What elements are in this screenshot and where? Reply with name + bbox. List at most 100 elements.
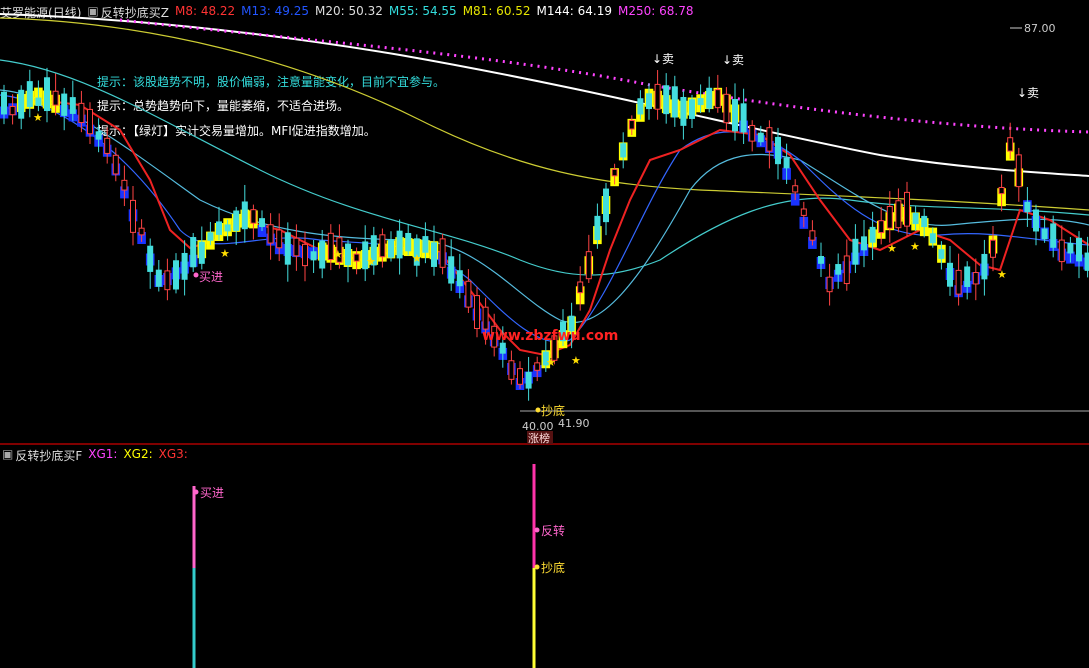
candle-body <box>241 201 248 230</box>
buy-signal-dot <box>193 489 199 495</box>
candle-body <box>594 215 601 241</box>
star-icon: ★ <box>546 356 556 369</box>
candle-body <box>637 98 644 115</box>
star-icon: ★ <box>333 248 343 261</box>
candle-body <box>130 199 136 233</box>
candle-body <box>517 368 523 385</box>
candle-body <box>843 255 850 285</box>
candle-body <box>216 221 222 235</box>
candle-body <box>1076 237 1082 262</box>
candle-body <box>972 272 979 285</box>
candle-body <box>611 168 618 177</box>
bottom-label: 抄底 <box>541 403 565 418</box>
candle-body <box>792 185 799 193</box>
candle-body <box>947 262 953 287</box>
candle-body <box>353 253 360 262</box>
candle-body <box>190 237 197 268</box>
candle-body <box>52 90 59 106</box>
candle-body <box>955 269 962 295</box>
bottom-signal-dot <box>534 564 540 570</box>
candle-body <box>259 218 265 228</box>
buy-label: 买进 <box>199 270 223 284</box>
candle-body <box>508 360 515 380</box>
bottom-marker-dot <box>535 407 541 413</box>
candle-body <box>964 266 971 287</box>
candle-body <box>112 154 119 175</box>
candle-body <box>714 89 721 109</box>
candle-body <box>852 238 859 265</box>
low-range-label: 41.90 <box>558 417 590 430</box>
high-price-label: 87.00 <box>1024 22 1056 35</box>
candle-body <box>121 179 128 191</box>
candle-body <box>207 232 214 241</box>
star-icon: ★ <box>571 354 581 367</box>
candle-body <box>680 97 687 126</box>
candle-body <box>422 236 429 253</box>
candle-body <box>912 212 919 225</box>
star-icon: ★ <box>997 268 1007 281</box>
candle-body <box>775 136 781 165</box>
star-icon: ★ <box>910 240 920 253</box>
candle-body <box>1041 228 1048 240</box>
candle-body <box>310 251 317 261</box>
candle-body <box>818 255 824 264</box>
candle-body <box>147 245 154 272</box>
candle-body <box>35 97 42 106</box>
candle-body <box>388 239 394 258</box>
candle-body <box>861 236 867 251</box>
candle-body <box>267 224 274 244</box>
candle-body <box>663 85 670 115</box>
candle-body <box>87 108 93 135</box>
candle-body <box>61 93 68 116</box>
candle-body <box>1058 239 1065 263</box>
sell-label: ↓卖 <box>1017 86 1039 100</box>
candle-body <box>233 210 240 231</box>
candle-body <box>1067 243 1074 254</box>
candle-body <box>379 234 386 258</box>
star-icon: ★ <box>412 252 422 265</box>
candle-body <box>603 188 609 223</box>
candle-body <box>78 102 85 124</box>
candle-body <box>525 371 532 389</box>
candle-body <box>104 137 111 154</box>
candle-body <box>577 281 584 294</box>
watermark: www.zbzfwu.com <box>482 328 618 344</box>
candle-body <box>534 362 541 371</box>
candle-body <box>869 226 876 243</box>
candle-body <box>293 237 300 257</box>
candle-body <box>1015 154 1022 188</box>
candle-body <box>155 269 162 287</box>
sell-label: ↓卖 <box>652 52 674 66</box>
candlestick-chart[interactable]: ★★ ★★ ★★ ★★ ★★ ↓卖 ↓卖 ↓卖 买进 87.00 抄底 40.00 41… <box>0 0 1089 446</box>
candle-body <box>482 306 489 330</box>
candle-body <box>1024 201 1031 213</box>
candle-body <box>757 132 764 143</box>
candle-body <box>783 157 790 169</box>
star-icon: ★ <box>366 255 376 268</box>
candle-body <box>173 260 179 290</box>
candle-body <box>1084 252 1089 271</box>
limit-up-label: 涨榜 <box>528 431 550 445</box>
candle-body <box>981 253 988 280</box>
candle-body <box>749 124 756 142</box>
candle-body <box>26 81 33 107</box>
signal-subchart[interactable]: 买进 反转 抄底 <box>0 446 1089 668</box>
candle-body <box>456 270 463 287</box>
candle-body <box>671 86 678 118</box>
candle-body <box>628 120 635 130</box>
ma250-line <box>119 18 1089 134</box>
star-icon: ★ <box>33 111 43 124</box>
candle-body <box>198 241 205 264</box>
sub-reversal-label: 反转 <box>541 523 565 538</box>
trend-ribbon <box>0 87 1089 390</box>
candle-body <box>689 99 695 119</box>
candle-body <box>835 264 842 275</box>
candle-body <box>904 191 910 227</box>
candle-body <box>345 243 351 266</box>
candle-body <box>800 208 807 216</box>
candle-body <box>654 83 661 110</box>
candle-body <box>585 251 592 280</box>
candle-body <box>44 77 50 112</box>
candle-body <box>1033 209 1039 232</box>
candle-body <box>921 215 928 228</box>
